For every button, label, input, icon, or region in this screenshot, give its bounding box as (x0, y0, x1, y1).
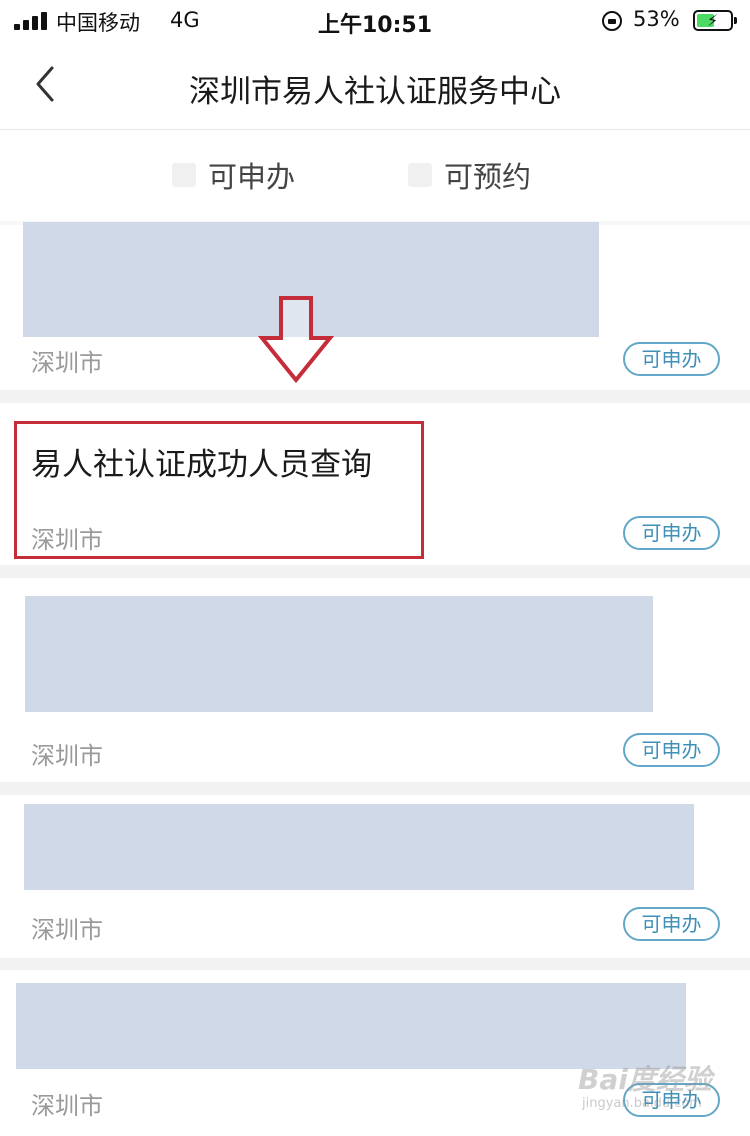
watermark-url: jingyan.baidu.com (582, 1096, 702, 1111)
rotation-lock-icon (602, 11, 622, 31)
service-item[interactable]: 深圳市 可申办 (0, 795, 750, 958)
service-item[interactable]: 深圳市 可申办 (0, 970, 750, 1136)
item-location: 深圳市 (31, 742, 103, 770)
status-bar: 中国移动 4G 上午10:51 53% ⚡ (0, 0, 750, 40)
battery-percent: 53% (633, 7, 680, 31)
divider (0, 958, 750, 970)
arrow-down-icon (258, 296, 334, 384)
filter-can-book[interactable]: 可预约 (408, 155, 531, 195)
watermark-logo: Bai度经验 (578, 1063, 712, 1096)
service-item[interactable]: 深圳市 可申办 (0, 222, 750, 390)
redacted-title (24, 804, 694, 890)
item-location: 深圳市 (31, 349, 103, 377)
charging-bolt-icon: ⚡ (707, 11, 719, 30)
filter-can-book-label: 可预约 (444, 160, 532, 194)
divider (0, 782, 750, 795)
filter-can-apply-label: 可申办 (208, 160, 296, 194)
service-item[interactable]: 深圳市 可申办 (0, 578, 750, 782)
status-badge: 可申办 (623, 907, 720, 941)
status-badge: 可申办 (623, 733, 720, 767)
item-location: 深圳市 (31, 1092, 103, 1120)
status-badge: 可申办 (623, 516, 720, 550)
highlight-box (14, 421, 424, 559)
item-location: 深圳市 (31, 916, 103, 944)
navigation-bar: 深圳市易人社认证服务中心 (0, 40, 750, 130)
divider (0, 565, 750, 578)
redacted-title (16, 983, 686, 1069)
battery-icon: ⚡ (693, 10, 737, 31)
filter-bar: 可申办 可预约 (0, 131, 750, 221)
filter-can-apply-checkbox[interactable] (172, 163, 196, 187)
filter-can-apply[interactable]: 可申办 (172, 155, 295, 195)
status-badge: 可申办 (623, 342, 720, 376)
redacted-title (25, 596, 653, 712)
divider (0, 390, 750, 403)
page-title: 深圳市易人社认证服务中心 (189, 74, 561, 110)
filter-can-book-checkbox[interactable] (408, 163, 432, 187)
